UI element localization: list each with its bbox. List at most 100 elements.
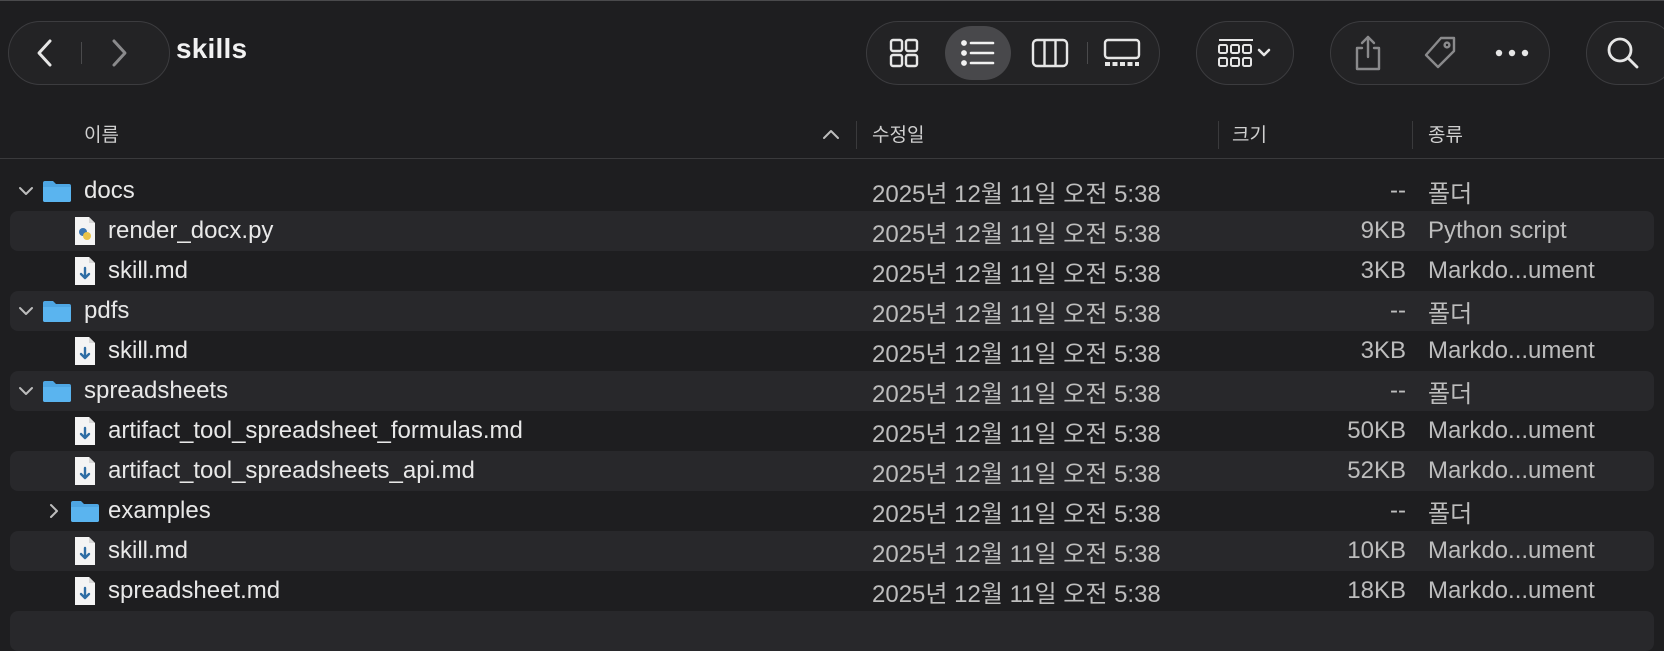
disclosure-triangle[interactable] bbox=[42, 491, 66, 531]
disclosure-triangle[interactable] bbox=[14, 171, 38, 211]
file-kind: 폴더 bbox=[1428, 300, 1473, 328]
file-size: 10KB bbox=[1347, 537, 1406, 564]
empty-row bbox=[10, 611, 1654, 651]
file-kind: 폴더 bbox=[1428, 180, 1473, 208]
file-name: spreadsheet.md bbox=[108, 577, 281, 604]
group-by-icon bbox=[1218, 39, 1271, 67]
file-date: 2025년 12월 11일 오전 5:38 bbox=[872, 300, 1161, 328]
file-kind: Markdo...ument bbox=[1428, 417, 1595, 444]
share-icon bbox=[1355, 35, 1381, 71]
window-title: skills bbox=[176, 33, 248, 64]
column-header: 이름 수정일 크기 종류 bbox=[0, 109, 1664, 159]
table-row[interactable]: artifact_tool_spreadsheet_formulas.md 20… bbox=[10, 411, 1654, 451]
share-button[interactable] bbox=[1335, 22, 1401, 84]
markdown-file-icon bbox=[70, 531, 100, 571]
file-date: 2025년 12월 11일 오전 5:38 bbox=[872, 500, 1161, 528]
file-size: -- bbox=[1390, 177, 1406, 204]
group-by-button[interactable] bbox=[1197, 22, 1293, 84]
list-view-button[interactable] bbox=[945, 26, 1011, 80]
file-size: 52KB bbox=[1347, 457, 1406, 484]
view-separator bbox=[1087, 42, 1088, 64]
file-kind: Markdo...ument bbox=[1428, 577, 1595, 604]
group-by-pill bbox=[1196, 21, 1294, 85]
file-name: docs bbox=[84, 177, 135, 204]
back-button[interactable] bbox=[9, 22, 81, 84]
chevron-down-icon bbox=[19, 307, 33, 315]
table-row[interactable]: spreadsheet.md 2025년 12월 11일 오전 5:38 18K… bbox=[10, 571, 1654, 611]
table-row[interactable]: pdfs 2025년 12월 11일 오전 5:38 -- 폴더 bbox=[10, 291, 1654, 331]
tag-button[interactable] bbox=[1407, 22, 1473, 84]
gallery-view-button[interactable] bbox=[1089, 22, 1155, 84]
file-kind: Markdo...ument bbox=[1428, 537, 1595, 564]
file-date: 2025년 12월 11일 오전 5:38 bbox=[872, 540, 1161, 568]
file-name: skill.md bbox=[108, 337, 189, 364]
table-row[interactable]: spreadsheets 2025년 12월 11일 오전 5:38 -- 폴더 bbox=[10, 371, 1654, 411]
file-date: 2025년 12월 11일 오전 5:38 bbox=[872, 340, 1161, 368]
file-date: 2025년 12월 11일 오전 5:38 bbox=[872, 220, 1161, 248]
markdown-file-icon bbox=[70, 331, 100, 371]
file-kind: Python script bbox=[1428, 217, 1567, 244]
table-row[interactable]: examples 2025년 12월 11일 오전 5:38 -- 폴더 bbox=[10, 491, 1654, 531]
actions-pill bbox=[1330, 21, 1550, 85]
columns-icon bbox=[1031, 38, 1069, 68]
column-divider bbox=[1218, 121, 1219, 149]
table-row[interactable]: docs 2025년 12월 11일 오전 5:38 -- 폴더 bbox=[10, 171, 1654, 211]
table-row[interactable]: artifact_tool_spreadsheets_api.md 2025년 … bbox=[10, 451, 1654, 491]
column-date[interactable]: 수정일 bbox=[872, 109, 1212, 158]
view-switcher bbox=[866, 21, 1160, 85]
file-kind: Markdo...ument bbox=[1428, 257, 1595, 284]
more-button[interactable] bbox=[1479, 22, 1545, 84]
file-size: 50KB bbox=[1347, 417, 1406, 444]
column-size[interactable]: 크기 bbox=[1232, 109, 1402, 158]
grid-icon bbox=[889, 38, 919, 68]
file-list: docs 2025년 12월 11일 오전 5:38 -- 폴더 render_… bbox=[0, 171, 1664, 651]
file-date: 2025년 12월 11일 오전 5:38 bbox=[872, 580, 1161, 608]
file-name: pdfs bbox=[84, 297, 130, 324]
file-size: 18KB bbox=[1347, 577, 1406, 604]
sort-ascending-icon bbox=[823, 129, 839, 139]
column-name[interactable]: 이름 bbox=[84, 109, 844, 158]
file-size: 3KB bbox=[1360, 257, 1406, 284]
forward-button[interactable] bbox=[83, 22, 155, 84]
markdown-file-icon bbox=[70, 571, 100, 611]
column-kind-label: 종류 bbox=[1428, 125, 1463, 146]
chevron-right-icon bbox=[50, 504, 58, 518]
table-row[interactable]: skill.md 2025년 12월 11일 오전 5:38 3KB Markd… bbox=[10, 331, 1654, 371]
table-row[interactable]: render_docx.py 2025년 12월 11일 오전 5:38 9KB… bbox=[10, 211, 1654, 251]
disclosure-triangle[interactable] bbox=[14, 371, 38, 411]
search-button[interactable] bbox=[1587, 22, 1659, 84]
nav-separator bbox=[81, 42, 82, 64]
icon-view-button[interactable] bbox=[871, 22, 937, 84]
folder-icon bbox=[70, 491, 100, 531]
column-kind[interactable]: 종류 bbox=[1428, 109, 1648, 158]
gallery-icon bbox=[1103, 38, 1141, 66]
file-name: skill.md bbox=[108, 537, 189, 564]
disclosure-triangle[interactable] bbox=[14, 291, 38, 331]
column-view-button[interactable] bbox=[1017, 22, 1083, 84]
python-file-icon bbox=[70, 211, 100, 251]
folder-icon bbox=[42, 171, 72, 211]
table-row[interactable]: skill.md 2025년 12월 11일 오전 5:38 10KB Mark… bbox=[10, 531, 1654, 571]
finder-window: skills 이름 수정일 크기 종류 docs 2025년 12월 11일 오… bbox=[0, 0, 1664, 651]
file-date: 2025년 12월 11일 오전 5:38 bbox=[872, 180, 1161, 208]
search-pill bbox=[1586, 21, 1664, 85]
table-row[interactable]: skill.md 2025년 12월 11일 오전 5:38 3KB Markd… bbox=[10, 251, 1654, 291]
file-kind: 폴더 bbox=[1428, 380, 1473, 408]
chevron-down-icon bbox=[19, 187, 33, 195]
column-divider bbox=[1412, 121, 1413, 149]
file-date: 2025년 12월 11일 오전 5:38 bbox=[872, 420, 1161, 448]
file-date: 2025년 12월 11일 오전 5:38 bbox=[872, 380, 1161, 408]
file-size: -- bbox=[1390, 297, 1406, 324]
file-size: -- bbox=[1390, 497, 1406, 524]
file-date: 2025년 12월 11일 오전 5:38 bbox=[872, 460, 1161, 488]
chevron-down-icon bbox=[19, 387, 33, 395]
file-name: artifact_tool_spreadsheets_api.md bbox=[108, 457, 475, 484]
more-icon bbox=[1495, 49, 1529, 57]
tag-icon bbox=[1424, 36, 1456, 69]
file-size: 9KB bbox=[1360, 217, 1406, 244]
toolbar: skills bbox=[0, 1, 1664, 105]
chevron-left-icon bbox=[37, 39, 52, 67]
file-kind: Markdo...ument bbox=[1428, 337, 1595, 364]
folder-icon bbox=[42, 291, 72, 331]
file-name: render_docx.py bbox=[108, 217, 274, 244]
